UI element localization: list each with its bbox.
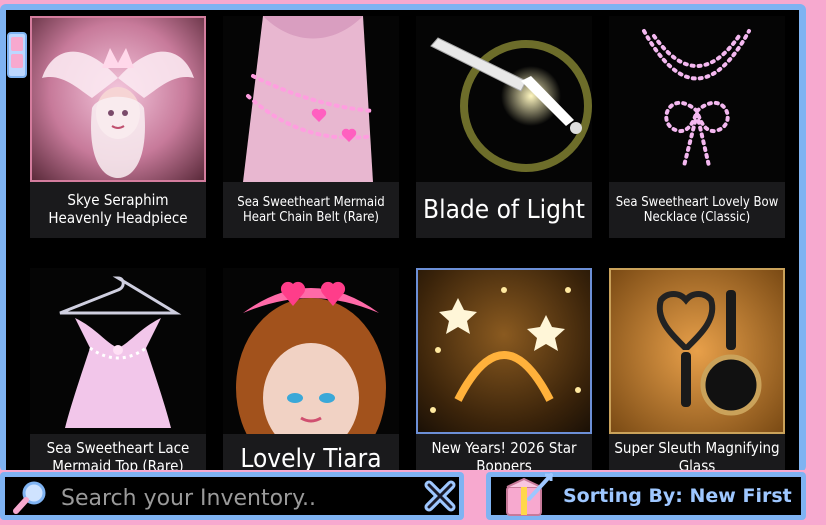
inventory-panel: Skye Seraphim Heavenly Headpiece Sea Swe… bbox=[0, 4, 806, 472]
item-label: Super Sleuth Magnifying Glass bbox=[609, 434, 785, 472]
star-boppers-icon bbox=[416, 268, 592, 434]
inventory-grid: Skye Seraphim Heavenly Headpiece Sea Swe… bbox=[6, 10, 799, 472]
inventory-item-card[interactable]: New Years! 2026 Star Boppers bbox=[416, 268, 592, 472]
inventory-item-card[interactable]: Skye Seraphim Heavenly Headpiece bbox=[30, 16, 206, 238]
heart-chain-belt-icon bbox=[223, 16, 399, 182]
sort-container: Sorting By: New First bbox=[491, 473, 801, 516]
inventory-item-card[interactable]: Lovely Tiara bbox=[223, 268, 399, 472]
tiara-icon bbox=[223, 268, 399, 434]
sort-label: Sorting By: New First bbox=[563, 485, 792, 507]
item-label: Sea Sweetheart Mermaid Heart Chain Belt … bbox=[223, 182, 399, 238]
sort-button[interactable]: Sorting By: New First bbox=[486, 472, 806, 520]
item-label: Sea Sweetheart Lovely Bow Necklace (Clas… bbox=[609, 182, 785, 238]
gift-box-icon bbox=[506, 473, 553, 516]
magnifying-glass-icon bbox=[609, 268, 785, 434]
inventory-item-card[interactable]: Blade of Light bbox=[416, 16, 592, 238]
search-field-container bbox=[5, 477, 459, 515]
glowing-sword-icon bbox=[416, 16, 592, 182]
search-bar bbox=[0, 472, 464, 520]
inventory-item-card[interactable]: Sea Sweetheart Lovely Bow Necklace (Clas… bbox=[609, 16, 785, 238]
item-label: Lovely Tiara bbox=[223, 434, 399, 472]
item-label: Sea Sweetheart Lace Mermaid Top (Rare) bbox=[30, 434, 206, 472]
clear-search-icon[interactable] bbox=[423, 480, 457, 512]
item-label: Blade of Light bbox=[416, 182, 592, 238]
winged-headpiece-icon bbox=[30, 16, 206, 182]
item-label: New Years! 2026 Star Boppers bbox=[416, 434, 592, 472]
lace-top-icon bbox=[30, 268, 206, 434]
bow-necklace-icon bbox=[609, 16, 785, 182]
item-label: Skye Seraphim Heavenly Headpiece bbox=[30, 182, 206, 238]
inventory-item-card[interactable]: Sea Sweetheart Mermaid Heart Chain Belt … bbox=[223, 16, 399, 238]
inventory-item-card[interactable]: Sea Sweetheart Lace Mermaid Top (Rare) bbox=[30, 268, 206, 472]
search-icon bbox=[13, 481, 46, 514]
bottom-bar: Sorting By: New First bbox=[0, 470, 826, 525]
inventory-item-card[interactable]: Super Sleuth Magnifying Glass bbox=[609, 268, 785, 472]
search-input[interactable] bbox=[59, 483, 423, 513]
scroll-handle[interactable] bbox=[7, 32, 27, 78]
